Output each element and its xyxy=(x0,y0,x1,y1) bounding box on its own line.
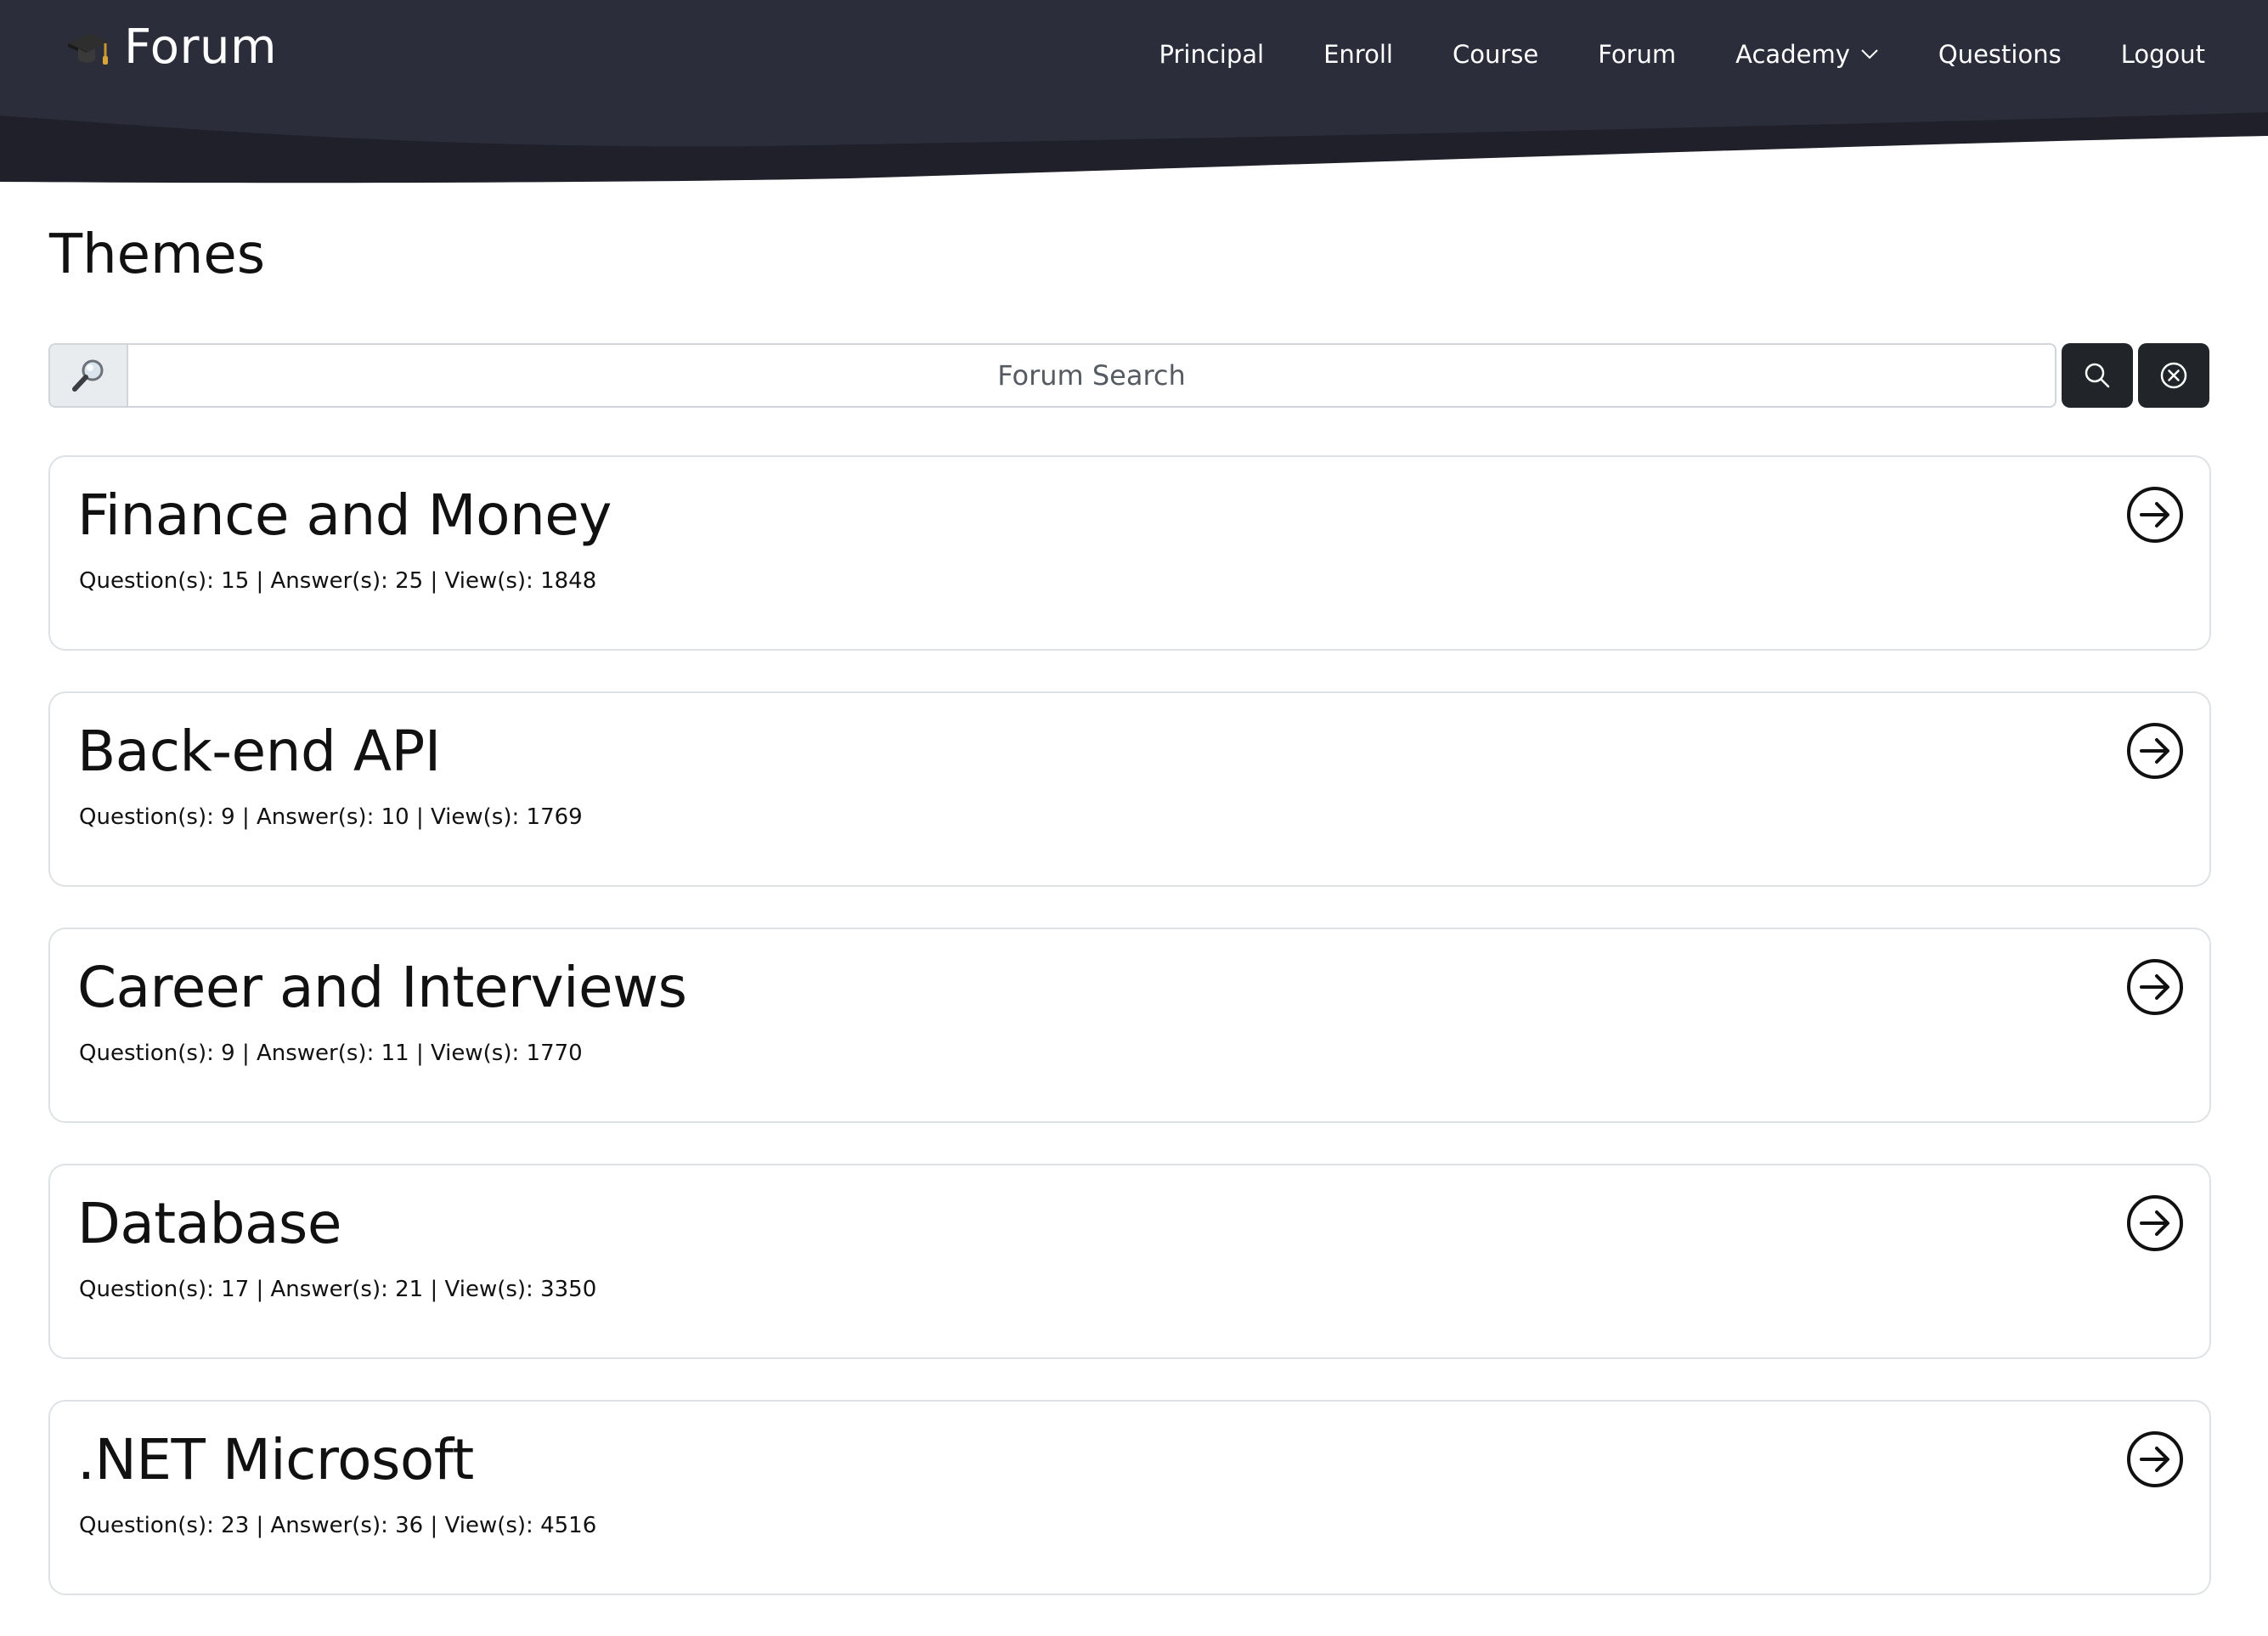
topic-title[interactable]: Career and Interviews xyxy=(77,953,687,1023)
graduation-cap-icon xyxy=(68,33,109,65)
main-nav: Principal Enroll Course Forum Academy Qu… xyxy=(1159,34,2205,75)
site-header: Forum Principal Enroll Course Forum Acad… xyxy=(0,0,2268,189)
topic-stats: Question(s): 15 | Answer(s): 25 | View(s… xyxy=(79,568,597,594)
nav-course[interactable]: Course xyxy=(1453,34,1538,75)
magnifier-icon xyxy=(72,359,104,392)
search-icon xyxy=(2085,363,2110,388)
topic-stats: Question(s): 9 | Answer(s): 10 | View(s)… xyxy=(79,804,583,830)
forum-search-bar xyxy=(48,343,2210,408)
topic-stats: Question(s): 17 | Answer(s): 21 | View(s… xyxy=(79,1277,597,1302)
arrow-right-circle-icon[interactable] xyxy=(2126,1430,2184,1488)
search-input[interactable] xyxy=(128,343,2056,408)
arrow-right-circle-icon[interactable] xyxy=(2126,958,2184,1016)
arrow-right-circle-icon[interactable] xyxy=(2126,486,2184,544)
arrow-right-circle-icon[interactable] xyxy=(2126,722,2184,780)
topic-card[interactable]: Career and Interviews Question(s): 9 | A… xyxy=(48,928,2211,1123)
nav-forum[interactable]: Forum xyxy=(1598,34,1676,75)
topic-card[interactable]: .NET Microsoft Question(s): 23 | Answer(… xyxy=(48,1400,2211,1595)
topic-stats: Question(s): 9 | Answer(s): 11 | View(s)… xyxy=(79,1041,583,1066)
brand-title: Forum xyxy=(124,20,278,75)
topic-list: Finance and Money Question(s): 15 | Answ… xyxy=(48,455,2211,1636)
topic-title[interactable]: Back-end API xyxy=(77,717,441,787)
topic-card[interactable]: Finance and Money Question(s): 15 | Answ… xyxy=(48,455,2211,651)
nav-academy-label: Academy xyxy=(1735,40,1850,69)
topic-title[interactable]: Finance and Money xyxy=(77,481,612,550)
nav-principal[interactable]: Principal xyxy=(1159,34,1265,75)
topic-stats: Question(s): 23 | Answer(s): 36 | View(s… xyxy=(79,1513,597,1538)
header-background xyxy=(0,0,2268,189)
topic-title[interactable]: Database xyxy=(77,1189,341,1259)
nav-academy[interactable]: Academy xyxy=(1735,34,1879,75)
topic-card[interactable]: Back-end API Question(s): 9 | Answer(s):… xyxy=(48,691,2211,887)
arrow-right-circle-icon[interactable] xyxy=(2126,1194,2184,1252)
nav-enroll[interactable]: Enroll xyxy=(1323,34,1393,75)
search-prefix xyxy=(48,343,128,408)
search-button[interactable] xyxy=(2062,343,2133,408)
topic-title[interactable]: .NET Microsoft xyxy=(77,1425,474,1495)
nav-questions[interactable]: Questions xyxy=(1938,34,2062,75)
topic-card[interactable]: Database Question(s): 17 | Answer(s): 21… xyxy=(48,1164,2211,1359)
page-title: Themes xyxy=(49,223,266,286)
chevron-down-icon xyxy=(1861,49,1878,59)
nav-logout[interactable]: Logout xyxy=(2121,34,2205,75)
clear-circle-icon xyxy=(2160,362,2187,389)
clear-search-button[interactable] xyxy=(2138,343,2209,408)
brand[interactable]: Forum xyxy=(65,19,277,76)
